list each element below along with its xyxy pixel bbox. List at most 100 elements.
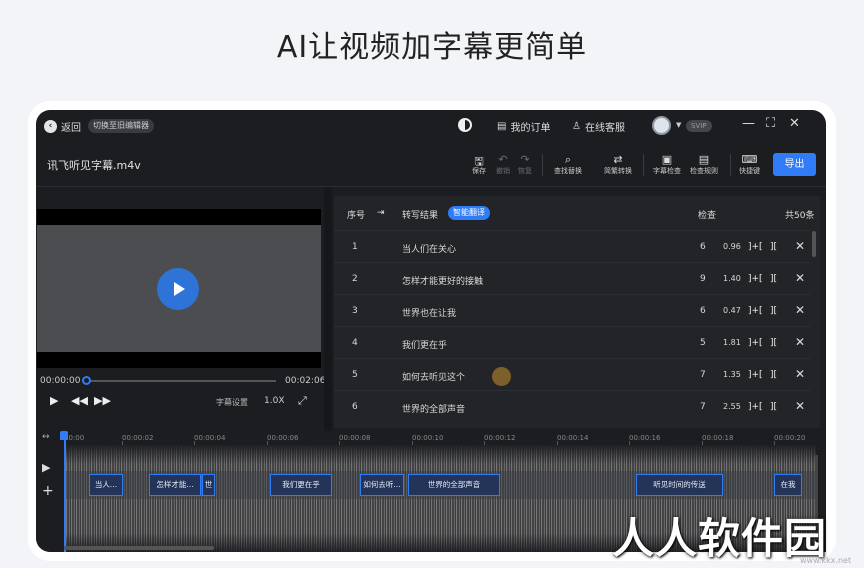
- fullscreen-icon[interactable]: ⤢: [298, 394, 307, 408]
- timeline-ruler[interactable]: 00:00 00:00:02 00:00:04 00:00:06 00:00:08 00:…: [64, 431, 816, 445]
- subtitle-segment[interactable]: 当人...: [89, 474, 123, 496]
- row-text[interactable]: 如何去听见这个: [402, 370, 465, 383]
- online-service-button[interactable]: ♙ 在线客服: [572, 119, 625, 134]
- indent-icon[interactable]: ⇥: [377, 208, 385, 218]
- row-text[interactable]: 世界也在让我: [402, 306, 456, 319]
- maximize-icon[interactable]: ⛶: [766, 116, 775, 131]
- document-icon: ▤: [698, 153, 710, 166]
- subtitle-segment[interactable]: 怎样才能...: [149, 474, 201, 496]
- tick-label: 00:00:10: [412, 434, 444, 442]
- seek-bar[interactable]: [86, 380, 276, 382]
- subtitle-check-button[interactable]: ▣ 字幕检查: [653, 153, 681, 176]
- split-icon[interactable]: ][: [770, 402, 777, 412]
- col-result: 转写结果: [402, 211, 439, 221]
- fast-forward-icon[interactable]: ▶▶: [94, 394, 111, 407]
- merge-icon[interactable]: ]+[: [748, 370, 763, 380]
- minimize-icon[interactable]: —: [742, 116, 755, 131]
- smart-translate-button[interactable]: 智能翻译: [448, 206, 490, 220]
- row-no: 1: [352, 242, 358, 252]
- row-no: 2: [352, 274, 358, 284]
- merge-icon[interactable]: ]+[: [748, 338, 763, 348]
- subtitle-segment[interactable]: 听见时间的传送: [636, 474, 723, 496]
- row-text[interactable]: 世界的全部声音: [402, 402, 465, 415]
- row-duration: 0.96: [723, 242, 741, 251]
- total-time: 00:02:06: [285, 376, 326, 386]
- table-row[interactable]: 3 世界也在让我 6 0.47 ]+[ ][ ✕: [334, 294, 810, 326]
- delete-icon[interactable]: ✕: [795, 399, 805, 413]
- table-row[interactable]: 6 世界的全部声音 7 2.55 ]+[ ][ ✕: [334, 390, 810, 422]
- subtitle-segment[interactable]: 在我: [774, 474, 802, 496]
- merge-icon[interactable]: ]+[: [748, 274, 763, 284]
- merge-icon[interactable]: ]+[: [748, 306, 763, 316]
- chevron-down-icon[interactable]: ▼: [676, 121, 681, 129]
- back-button[interactable]: ‹ 返回: [44, 119, 81, 134]
- table-row[interactable]: 4 我们更在乎 5 1.81 ]+[ ][ ✕: [334, 326, 810, 358]
- avatar[interactable]: [652, 116, 671, 135]
- toolbar-divider: [542, 154, 543, 176]
- editor-window: ‹ 返回 切换至旧编辑器 ▤ 我的订单 ♙ 在线客服 ▼ SVIP — ⛶ ✕ …: [36, 110, 826, 552]
- panel-splitter[interactable]: [324, 187, 332, 431]
- redo-label: 恢复: [518, 167, 532, 175]
- play-icon[interactable]: [157, 268, 199, 310]
- row-text[interactable]: 怎样才能更好的接触: [402, 274, 483, 287]
- playhead[interactable]: [64, 431, 66, 552]
- delete-icon[interactable]: ✕: [795, 335, 805, 349]
- row-check: 6: [700, 242, 706, 252]
- split-icon[interactable]: ][: [770, 274, 777, 284]
- shortcuts-button[interactable]: ⌨ 快捷键: [739, 153, 760, 176]
- row-check: 7: [700, 402, 706, 412]
- undo-button[interactable]: ↶ 撤销: [496, 153, 510, 176]
- redo-button[interactable]: ↷ 恢复: [518, 153, 532, 176]
- table-row[interactable]: 1 当人们在关心 6 0.96 ]+[ ][ ✕: [334, 230, 810, 262]
- playhead-handle[interactable]: [60, 431, 68, 440]
- tick-label: 00:00:04: [194, 434, 226, 442]
- trad-simp-button[interactable]: ⇄ 简繁转换: [604, 153, 632, 176]
- timeline-play-icon[interactable]: ▶: [42, 461, 50, 474]
- table-row[interactable]: 2 怎样才能更好的接触 9 1.40 ]+[ ][ ✕: [334, 262, 810, 294]
- find-replace-button[interactable]: ⌕ 查找替换: [554, 153, 582, 176]
- save-button[interactable]: 🖫 保存: [472, 153, 486, 176]
- theme-toggle-icon[interactable]: [458, 118, 472, 132]
- trad-simp-label: 简繁转换: [604, 167, 632, 175]
- play-button-icon[interactable]: ▶: [50, 394, 58, 407]
- list-scrollbar[interactable]: [812, 231, 816, 257]
- merge-icon[interactable]: ]+[: [748, 402, 763, 412]
- table-row[interactable]: 5 如何去听见这个 7 1.35 ]+[ ][ ✕: [334, 358, 810, 390]
- split-icon[interactable]: ][: [770, 306, 777, 316]
- delete-icon[interactable]: ✕: [795, 367, 805, 381]
- my-orders-button[interactable]: ▤ 我的订单: [497, 119, 550, 134]
- subtitle-segment[interactable]: 世: [202, 474, 215, 496]
- split-icon[interactable]: ][: [770, 370, 777, 380]
- check-icon: ▣: [661, 153, 673, 166]
- rewind-icon[interactable]: ◀◀: [71, 394, 88, 407]
- tick-label: 00:00:06: [267, 434, 299, 442]
- delete-icon[interactable]: ✕: [795, 303, 805, 317]
- row-no: 5: [352, 370, 358, 380]
- delete-icon[interactable]: ✕: [795, 271, 805, 285]
- switch-old-editor-button[interactable]: 切换至旧编辑器: [88, 119, 154, 133]
- seek-handle[interactable]: [82, 376, 91, 385]
- delete-icon[interactable]: ✕: [795, 239, 805, 253]
- tick-label: 00:00:16: [629, 434, 661, 442]
- merge-icon[interactable]: ]+[: [748, 242, 763, 252]
- row-text[interactable]: 我们更在乎: [402, 338, 447, 351]
- subtitle-segment[interactable]: 我们更在乎: [270, 474, 332, 496]
- row-text[interactable]: 当人们在关心: [402, 242, 456, 255]
- current-time: 00:00:00: [40, 376, 81, 386]
- timeline-sidebar: ↔ ▶ +: [36, 431, 64, 552]
- shortcuts-label: 快捷键: [739, 167, 760, 175]
- add-icon[interactable]: +: [42, 483, 54, 499]
- subtitle-segment[interactable]: 如何去听...: [360, 474, 404, 496]
- subtitle-settings-button[interactable]: 字幕设置: [216, 397, 248, 408]
- check-rules-button[interactable]: ▤ 检查规则: [690, 153, 718, 176]
- list-header: 序号 ⇥ 转写结果 智能翻译 检查 共50条: [334, 196, 820, 230]
- orders-icon: ▤: [497, 121, 507, 132]
- export-button[interactable]: 导出: [773, 153, 816, 176]
- split-icon[interactable]: ][: [770, 242, 777, 252]
- close-icon[interactable]: ✕: [789, 116, 800, 131]
- expand-icon[interactable]: ↔: [42, 432, 50, 442]
- subtitle-segment[interactable]: 世界的全部声音: [408, 474, 500, 496]
- split-icon[interactable]: ][: [770, 338, 777, 348]
- playback-speed[interactable]: 1.0X: [264, 396, 284, 406]
- timeline-scrollbar[interactable]: [64, 546, 214, 550]
